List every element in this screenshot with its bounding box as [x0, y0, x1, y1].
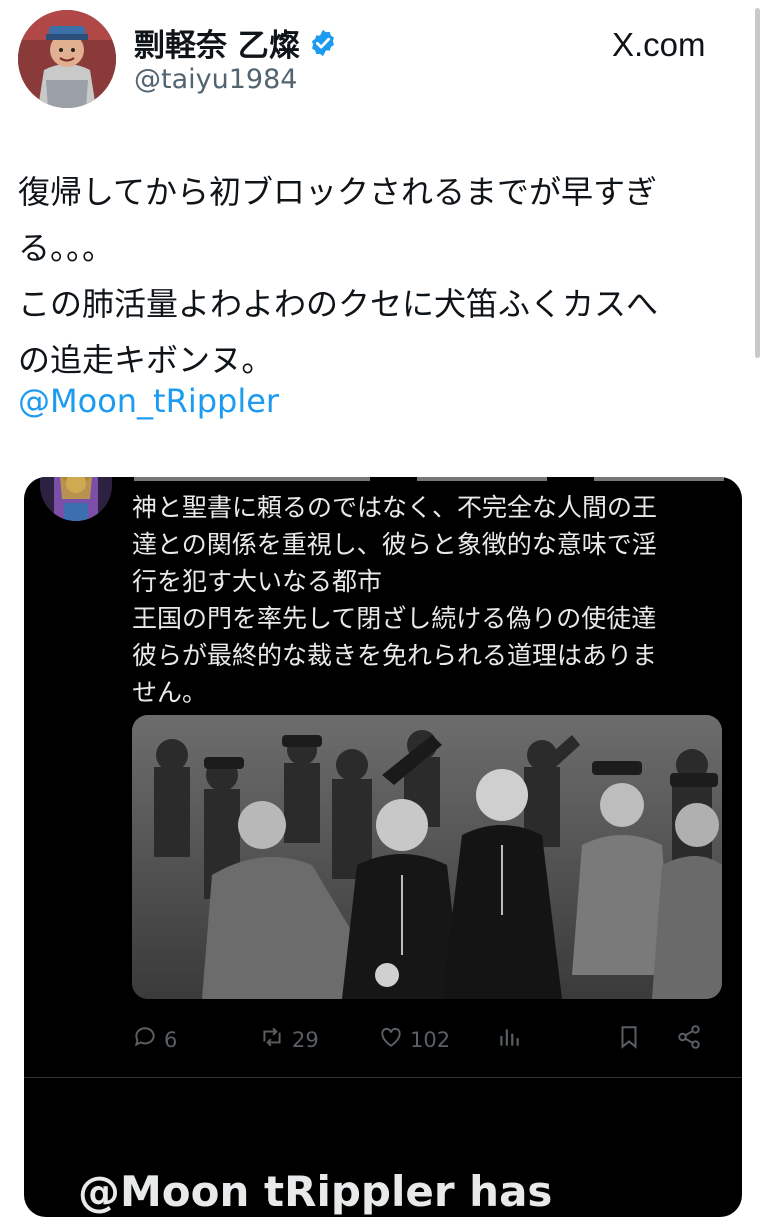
site-logo: X.com [612, 26, 706, 64]
embedded-text-line: 神と聖書に頼るのではなく、不完全な人間の王 [132, 493, 658, 522]
embedded-post-screenshot[interactable]: 神と聖書に頼るのではなく、不完全な人間の王 達との関係を重視し、彼らと象徴的な意… [24, 477, 742, 1217]
scrollbar-thumb[interactable] [755, 8, 760, 358]
embedded-post-actions: 6 29 102 [132, 1024, 722, 1054]
embedded-text-line: 彼らが最終的な裁きを免れられる道理はありま [132, 641, 658, 670]
repost-icon [258, 1024, 286, 1055]
author-handle[interactable]: @taiyu1984 [134, 64, 297, 95]
reply-button[interactable]: 6 [132, 1024, 177, 1055]
embedded-text-line: せん。 [132, 678, 208, 707]
views-button[interactable] [496, 1024, 522, 1055]
bookmark-button[interactable] [616, 1024, 642, 1055]
tweet-body: 復帰してから初ブロックされるまでが早すぎ る。。。 この肺活量よわよわのクセに犬… [18, 164, 738, 388]
embedded-post-photo[interactable] [132, 715, 722, 999]
like-count: 102 [410, 1027, 451, 1052]
source-site-label: X.com [612, 26, 706, 63]
embedded-author-avatar [40, 477, 112, 521]
tweet-text-line: 復帰してから初ブロックされるまでが早すぎ [18, 173, 658, 211]
tweet-text-line: の追走キボンヌ。 [18, 341, 274, 379]
reply-count: 6 [164, 1027, 178, 1052]
tweet-text-line: この肺活量よわよわのクセに犬笛ふくカスへ [18, 285, 659, 323]
cutoff-header-text [134, 477, 724, 481]
embedded-text-line: 行を犯す大いなる都市 [132, 567, 383, 596]
reply-icon [132, 1024, 158, 1055]
mention-link[interactable]: @Moon_tRippler [18, 382, 279, 420]
verified-badge-icon [308, 28, 338, 58]
like-button[interactable]: 102 [378, 1024, 450, 1055]
tweet-text-line: る。。。 [18, 229, 115, 267]
bookmark-icon [616, 1024, 642, 1055]
account-notice-text: @Moon tRippler has [78, 1167, 553, 1216]
like-icon [378, 1024, 404, 1055]
display-name-text: 剽軽奈 乙燦 [134, 28, 300, 64]
embedded-text-line: 王国の門を率先して閉ざし続ける偽りの使徒達 [132, 604, 657, 633]
divider [24, 1077, 742, 1078]
repost-button[interactable]: 29 [258, 1024, 319, 1055]
views-icon [496, 1024, 522, 1055]
share-button[interactable] [676, 1024, 702, 1055]
repost-count: 29 [292, 1027, 319, 1052]
author-display-name[interactable]: 剽軽奈 乙燦 [134, 20, 338, 65]
embedded-post-text: 神と聖書に頼るのではなく、不完全な人間の王 達との関係を重視し、彼らと象徴的な意… [132, 489, 732, 711]
author-avatar[interactable] [18, 10, 116, 108]
share-icon [676, 1024, 702, 1055]
embedded-text-line: 達との関係を重視し、彼らと象徴的な意味で淫 [132, 530, 657, 559]
